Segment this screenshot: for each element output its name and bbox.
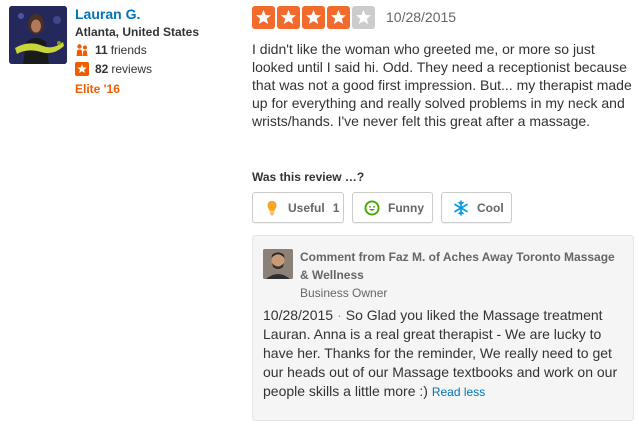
funny-button[interactable]: Funny — [352, 192, 433, 223]
comment-body: 10/28/2015 · So Glad you liked the Massage… — [263, 306, 631, 402]
rating-star-icon — [327, 6, 350, 29]
star-icon — [75, 62, 89, 76]
elite-badge[interactable]: Elite '16 — [75, 82, 120, 96]
rating-star-icon — [277, 6, 300, 29]
friends-stat: 11 friends — [75, 43, 147, 57]
comment-author: Comment from Faz M. of Aches Away Toront… — [300, 250, 615, 282]
owner-avatar[interactable] — [263, 249, 293, 279]
cool-button[interactable]: Cool — [441, 192, 512, 223]
useful-button[interactable]: Useful 1 — [252, 192, 344, 223]
reviews-count: 82 — [95, 62, 109, 76]
reviews-label: reviews — [111, 62, 153, 76]
comment-separator: · — [337, 307, 342, 323]
friends-count: 11 — [95, 43, 108, 57]
review-date: 10/28/2015 — [386, 9, 457, 25]
user-avatar[interactable] — [9, 6, 67, 64]
rating-star-icon — [352, 6, 375, 29]
vote-buttons: Useful 1 Funny Cool — [252, 192, 512, 223]
star-rating — [252, 6, 375, 29]
useful-count: 1 — [332, 200, 340, 215]
read-less-link[interactable]: Read less — [432, 385, 485, 399]
rating-star-icon — [252, 6, 275, 29]
user-name-link[interactable]: Lauran G. — [75, 6, 140, 22]
comment-date: 10/28/2015 — [263, 307, 334, 323]
funny-label: Funny — [388, 200, 424, 215]
user-photo — [9, 6, 67, 64]
user-location: Atlanta, United States — [75, 25, 200, 39]
vote-prompt: Was this review …? — [252, 170, 365, 184]
smiley-icon — [364, 200, 380, 216]
owner-role: Business Owner — [300, 286, 388, 300]
owner-photo — [263, 249, 293, 279]
friends-icon — [75, 43, 89, 57]
cool-label: Cool — [477, 200, 504, 215]
reviews-stat: 82 reviews — [75, 62, 152, 76]
friends-label: friends — [110, 43, 147, 57]
rating-star-icon — [302, 6, 325, 29]
snowflake-icon — [453, 199, 469, 216]
review-text: I didn't like the woman who greeted me, … — [252, 41, 632, 129]
lightbulb-icon — [264, 200, 280, 216]
owner-comment: Comment from Faz M. of Aches Away Toront… — [252, 235, 634, 421]
useful-label: Useful — [288, 200, 325, 215]
